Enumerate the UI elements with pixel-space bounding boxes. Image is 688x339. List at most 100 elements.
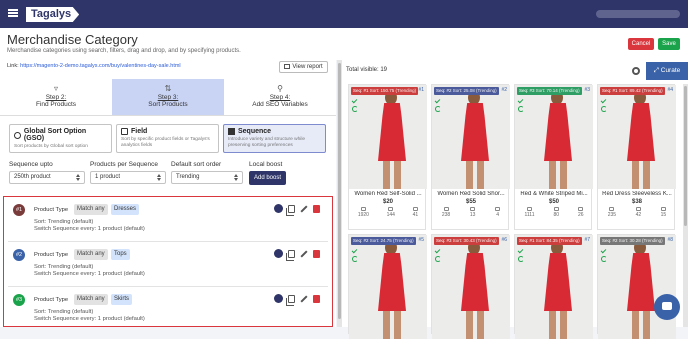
page-header: Merchandise Category Merchandise categor… bbox=[0, 28, 688, 60]
edit-icon[interactable] bbox=[300, 294, 308, 303]
globe-icon bbox=[14, 131, 21, 139]
menu-icon[interactable] bbox=[8, 9, 18, 17]
scroll-thumb[interactable] bbox=[338, 63, 341, 319]
right-scrollbar[interactable] bbox=[683, 84, 688, 327]
refresh-icon[interactable] bbox=[601, 106, 607, 112]
dress-shape bbox=[627, 103, 655, 161]
product-stats: 1920 144 41 bbox=[349, 207, 427, 218]
field-icon bbox=[121, 128, 128, 135]
refresh-icon[interactable] bbox=[435, 256, 441, 262]
option-gso[interactable]: Global Sort Option (GSO) Sort products b… bbox=[9, 124, 112, 153]
product-card[interactable]: Seq: #2 Sort: 25.08 (Trending) #2 Women Re… bbox=[431, 84, 510, 230]
grid-icon bbox=[228, 128, 235, 135]
curate-label: Curate bbox=[660, 67, 681, 74]
per-sequence-select[interactable]: 1 product bbox=[90, 171, 166, 184]
edit-icon[interactable] bbox=[300, 249, 308, 258]
trash-icon[interactable] bbox=[313, 294, 320, 303]
product-name[interactable]: Red Dress Sleeveless K... bbox=[598, 191, 676, 197]
eye-icon bbox=[360, 207, 366, 211]
option-sequence[interactable]: Sequence Introduce variety and structure… bbox=[223, 124, 326, 153]
views-count: 1111 bbox=[524, 212, 535, 218]
sequence-actions bbox=[274, 204, 320, 216]
refresh-icon[interactable] bbox=[352, 106, 358, 112]
boost-icon[interactable] bbox=[274, 204, 283, 213]
product-name[interactable]: Women Red Self-Solid ... bbox=[349, 191, 427, 197]
default-sort-select[interactable]: Trending bbox=[171, 171, 243, 184]
curate-button[interactable]: ⤢ Curate bbox=[646, 62, 688, 80]
category-link[interactable]: https://magento-2-demo.tagalys.com/buy/v… bbox=[20, 63, 181, 69]
copy-icon[interactable] bbox=[286, 294, 295, 306]
buys-count: 15 bbox=[660, 212, 667, 218]
cart-icon bbox=[388, 207, 394, 211]
check-icon bbox=[517, 97, 524, 104]
refresh-icon[interactable] bbox=[518, 256, 524, 262]
bag-icon bbox=[578, 207, 584, 211]
add-to-cart-count: 80 bbox=[553, 212, 559, 218]
tab-find-products[interactable]: ▿ Step 2: Find Products bbox=[0, 79, 112, 115]
refresh-icon[interactable] bbox=[518, 106, 524, 112]
bag-icon bbox=[495, 207, 501, 211]
sort-badge: Seq: #1 Sort: 89.42 (Trending) bbox=[600, 87, 665, 95]
product-card[interactable]: Seq: #1 Sort: 89.42 (Trending) #4 Red Dres… bbox=[597, 84, 676, 230]
product-card[interactable]: Seq: #2 Sort: 24.75 (Trending) #5 bbox=[348, 234, 427, 339]
save-button[interactable]: Save bbox=[658, 38, 680, 50]
view-report-button[interactable]: View report bbox=[279, 61, 328, 73]
cancel-button[interactable]: Cancel bbox=[628, 38, 654, 50]
product-grid: Seq: #1 Sort: 150.75 (Trending) #1 Women R… bbox=[348, 84, 684, 339]
model-legs bbox=[466, 311, 484, 339]
condition-value[interactable]: Dresses bbox=[111, 204, 140, 215]
brand-logo[interactable]: Tagalys bbox=[26, 7, 80, 22]
position-label: #8 bbox=[667, 237, 673, 243]
trash-icon[interactable] bbox=[313, 204, 320, 213]
sort-badge: Seq: #3 Sort: 30.43 (Trending) bbox=[434, 237, 499, 245]
refresh-icon[interactable] bbox=[601, 256, 607, 262]
model-legs bbox=[632, 311, 650, 339]
model-legs bbox=[632, 161, 650, 189]
check-icon bbox=[517, 247, 524, 254]
copy-icon[interactable] bbox=[286, 204, 295, 216]
product-card[interactable]: Seq: #1 Sort: 150.75 (Trending) #1 Women R… bbox=[348, 84, 427, 230]
boost-icon[interactable] bbox=[274, 249, 283, 258]
boost-icon[interactable] bbox=[274, 294, 283, 303]
model-legs bbox=[549, 311, 567, 339]
link-label: Link: bbox=[7, 63, 19, 69]
refresh-icon[interactable] bbox=[352, 256, 358, 262]
top-bar: Tagalys bbox=[0, 0, 688, 28]
product-price: $38 bbox=[631, 199, 642, 205]
condition-value[interactable]: Skirts bbox=[111, 294, 132, 305]
category-link-row: Link: https://magento-2-demo.tagalys.com… bbox=[7, 63, 181, 69]
match-operator[interactable]: Match any bbox=[74, 249, 108, 260]
product-card[interactable]: Seq: #3 Sort: 30.43 (Trending) #6 bbox=[431, 234, 510, 339]
tab-seo-variables[interactable]: ⚲ Step 4: Add SEO Variables bbox=[224, 79, 336, 115]
gear-icon[interactable] bbox=[632, 67, 640, 75]
default-sort-label: Default sort order bbox=[171, 161, 222, 168]
trash-icon[interactable] bbox=[313, 249, 320, 258]
chat-icon[interactable] bbox=[654, 294, 680, 320]
product-card[interactable]: Seq: #1 Sort: 84.35 (Trending) #7 bbox=[514, 234, 593, 339]
product-price: $55 bbox=[465, 199, 476, 205]
edit-icon[interactable] bbox=[300, 204, 308, 213]
option-field[interactable]: Field Sort by specific product fields or… bbox=[116, 124, 219, 153]
product-stats: 238 13 4 bbox=[432, 207, 510, 218]
check-icon bbox=[351, 247, 358, 254]
copy-icon[interactable] bbox=[286, 249, 295, 261]
sequence-item: #1 Product Type Match any Dresses Sort: … bbox=[8, 201, 328, 242]
match-operator[interactable]: Match any bbox=[74, 204, 108, 215]
product-image: Seq: #3 Sort: 30.43 (Trending) #6 bbox=[432, 235, 510, 339]
tab-sort-products[interactable]: ⇅ Step 3: Sort Products bbox=[112, 79, 224, 115]
match-operator[interactable]: Match any bbox=[74, 294, 108, 305]
product-price: $50 bbox=[548, 199, 559, 205]
refresh-icon[interactable] bbox=[435, 106, 441, 112]
check-icon bbox=[434, 247, 441, 254]
product-name[interactable]: Women Red Solid Shor... bbox=[432, 191, 510, 197]
product-name[interactable]: Red & White Striped Mi... bbox=[515, 191, 593, 197]
condition-value[interactable]: Tops bbox=[111, 249, 130, 260]
add-boost-button[interactable]: Add boost bbox=[249, 171, 286, 185]
user-account[interactable] bbox=[596, 10, 680, 18]
scroll-thumb[interactable] bbox=[684, 86, 687, 226]
cart-icon bbox=[470, 207, 476, 211]
option-title: Field bbox=[131, 128, 148, 135]
product-card[interactable]: Seq: #3 Sort: 70.14 (Trending) #3 Red & Wh… bbox=[514, 84, 593, 230]
sequence-upto-select[interactable]: 250th product bbox=[9, 171, 85, 184]
product-image: Seq: #2 Sort: 30.28 (Trending) #8 bbox=[598, 235, 676, 339]
